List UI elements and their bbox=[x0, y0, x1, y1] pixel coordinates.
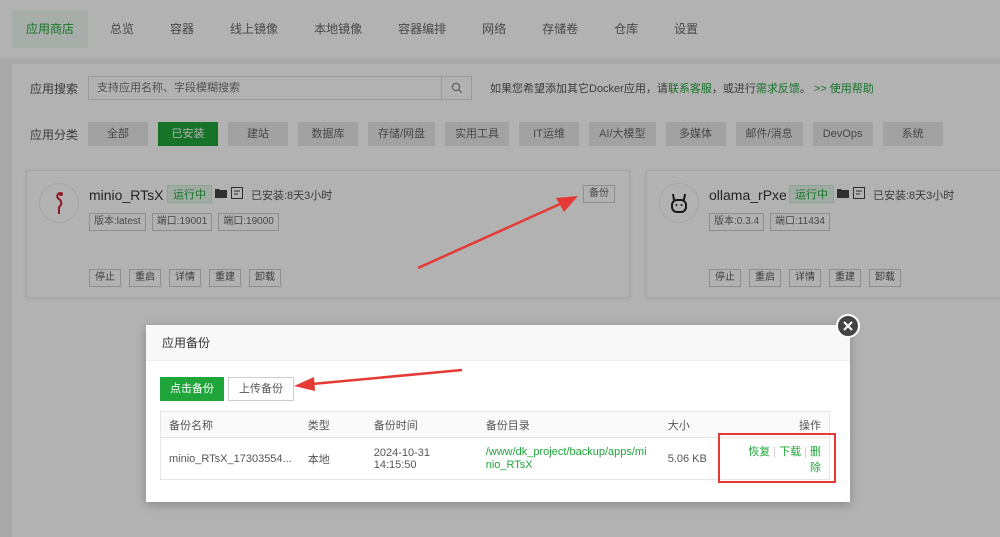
backup-type: 本地 bbox=[307, 453, 330, 466]
actions-highlight-box bbox=[718, 433, 836, 483]
backup-path[interactable]: /www/dk_project/backup/apps/minio_RTsX bbox=[478, 438, 660, 480]
backup-time: 2024-10-31 14:15:50 bbox=[373, 446, 430, 471]
upload-backup-button[interactable]: 上传备份 bbox=[228, 377, 294, 401]
create-backup-button[interactable]: 点击备份 bbox=[160, 377, 224, 401]
modal-body: 点击备份 上传备份 备份名称 类型 备份时间 备份目录 大小 操作 minio_… bbox=[146, 361, 850, 480]
col-backup-name: 备份名称 bbox=[160, 411, 300, 438]
col-backup-dir: 备份目录 bbox=[477, 411, 660, 438]
col-backup-time: 备份时间 bbox=[365, 411, 478, 438]
modal-close-button[interactable] bbox=[836, 314, 860, 338]
modal-title: 应用备份 bbox=[146, 325, 850, 361]
col-type: 类型 bbox=[299, 411, 366, 438]
backup-name: minio_RTsX_17303554... bbox=[169, 452, 292, 465]
close-icon bbox=[843, 321, 853, 331]
